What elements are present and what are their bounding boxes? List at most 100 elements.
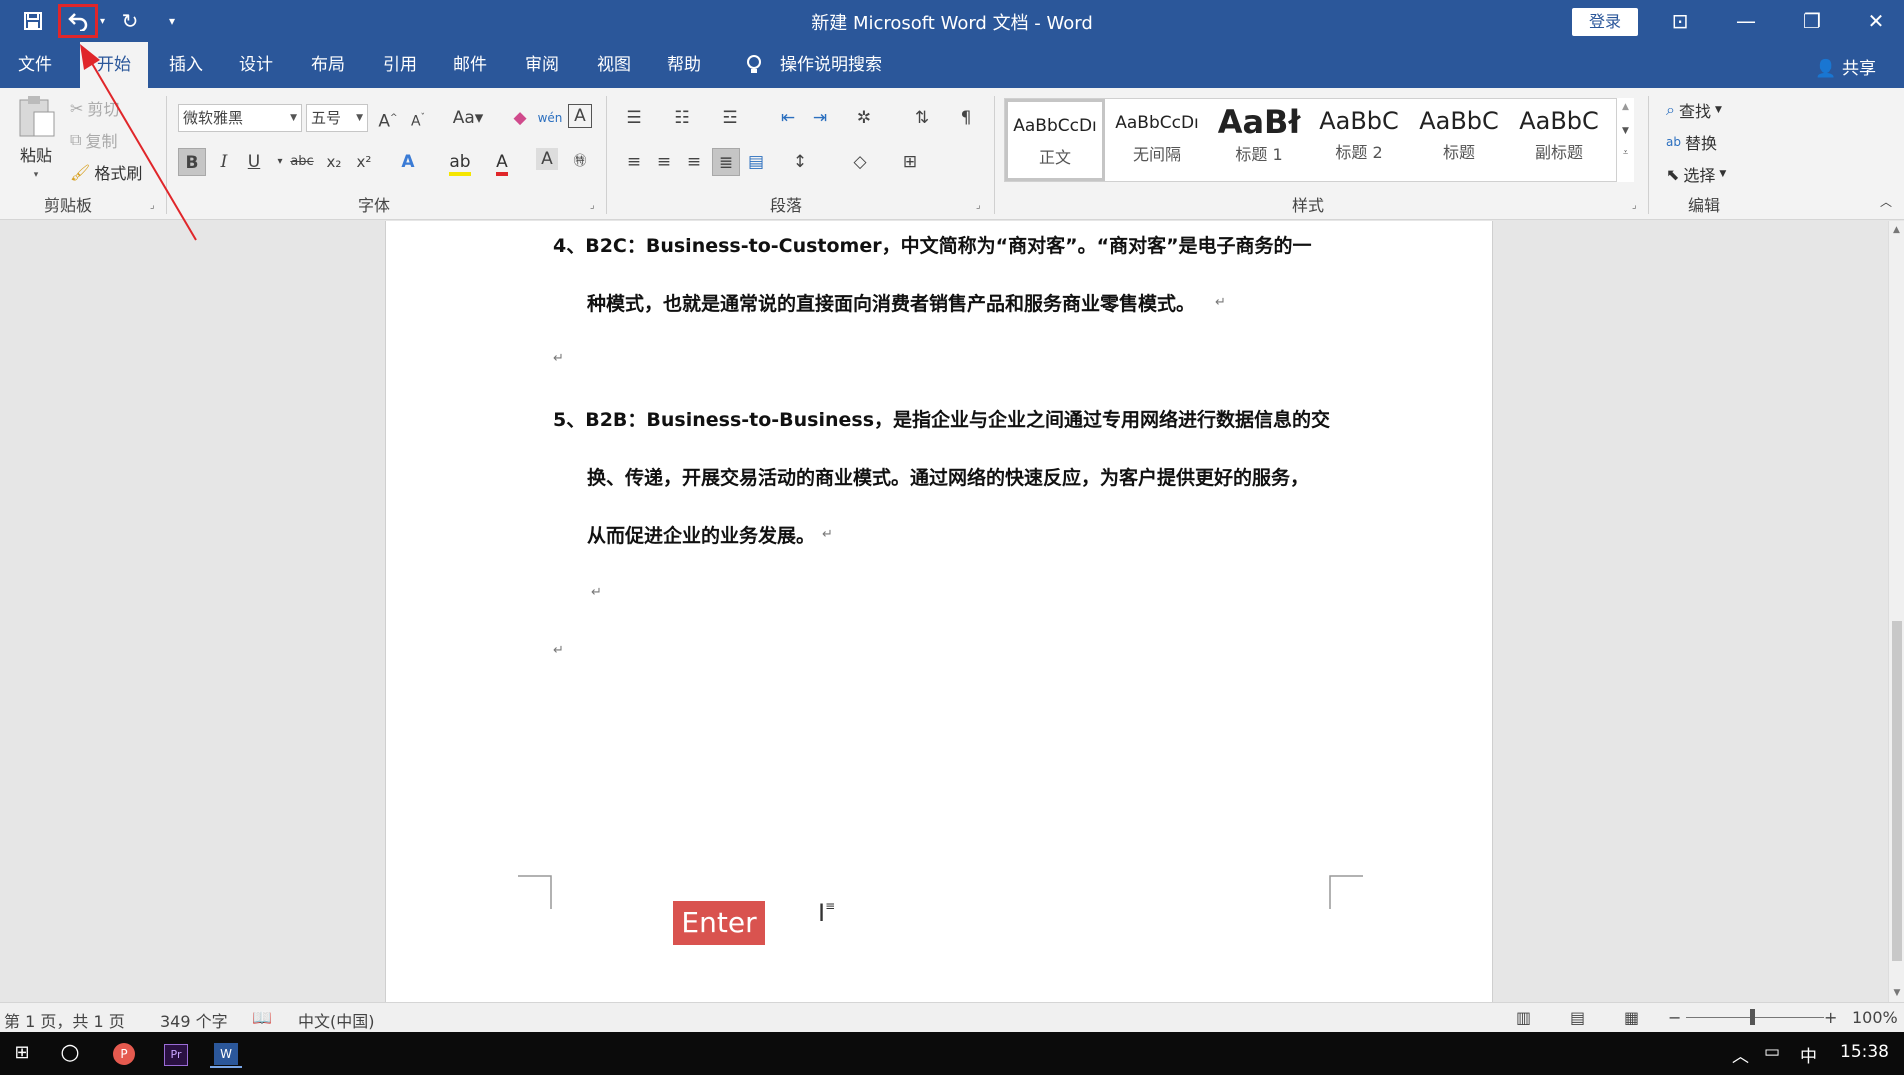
word-count[interactable]: 349 个字	[160, 1008, 228, 1032]
cortana-icon[interactable]: ○	[54, 1038, 86, 1068]
zoom-slider[interactable]	[1686, 1017, 1824, 1018]
font-launcher-icon[interactable]: ⌟	[590, 200, 595, 211]
text-effects-icon[interactable]: A	[394, 148, 422, 176]
chinese-layout-icon[interactable]: ✲	[850, 104, 878, 132]
numbering-icon[interactable]: ☷	[668, 104, 696, 132]
language-status[interactable]: 中文(中国)	[298, 1008, 375, 1032]
styles-launcher-icon[interactable]: ⌟	[1632, 200, 1637, 211]
more-styles-icon[interactable]: ⩡	[1617, 148, 1634, 158]
find-button[interactable]: ⌕ 查找 ▼	[1666, 98, 1722, 122]
grow-font-icon[interactable]: A^	[374, 104, 402, 132]
increase-indent-icon[interactable]: ⇥	[806, 104, 834, 132]
subscript-button[interactable]: x₂	[320, 148, 348, 176]
style-subtitle[interactable]: AaBbC 副标题	[1509, 99, 1609, 181]
login-button[interactable]: 登录	[1572, 8, 1638, 36]
scroll-thumb[interactable]	[1892, 621, 1902, 961]
italic-button[interactable]: I	[210, 148, 238, 176]
highlight-icon[interactable]: ab	[446, 148, 474, 176]
format-painter-button[interactable]: 🖌 格式刷	[70, 160, 142, 184]
borders-icon[interactable]: ⊞	[896, 148, 924, 176]
app-icon-red[interactable]: P	[108, 1038, 140, 1068]
styles-scroll[interactable]: ▲ ▼ ⩡	[1616, 98, 1634, 182]
clear-formatting-icon[interactable]: ◆	[506, 104, 534, 132]
paste-button[interactable]: 粘贴 ▾	[16, 94, 56, 180]
ime-indicator[interactable]: 中	[1800, 1042, 1817, 1067]
decrease-indent-icon[interactable]: ⇤	[774, 104, 802, 132]
underline-button[interactable]: U	[240, 148, 268, 176]
collapse-ribbon-icon[interactable]: ︿	[1872, 188, 1900, 216]
shrink-font-icon[interactable]: Aˇ	[404, 104, 432, 132]
sort-icon[interactable]: ⇅	[908, 104, 936, 132]
line-spacing-icon[interactable]: ↕	[786, 148, 814, 176]
align-right-icon[interactable]: ≡	[680, 148, 708, 176]
zoom-out-icon[interactable]: −	[1668, 1008, 1681, 1027]
enclose-character-icon[interactable]: ㊕	[566, 148, 594, 176]
align-center-icon[interactable]: ≡	[650, 148, 678, 176]
paragraph-launcher-icon[interactable]: ⌟	[976, 200, 981, 211]
tab-references[interactable]: 引用	[370, 42, 430, 88]
premiere-icon[interactable]: Pr	[160, 1038, 192, 1068]
style-heading-2[interactable]: AaBbC 标题 2	[1309, 99, 1409, 181]
web-layout-icon[interactable]: ▦	[1624, 1008, 1639, 1027]
show-marks-icon[interactable]: ¶	[952, 104, 980, 132]
paste-dropdown-icon[interactable]: ▾	[34, 170, 39, 180]
zoom-in-icon[interactable]: +	[1824, 1008, 1837, 1027]
bullets-icon[interactable]: ☰	[620, 104, 648, 132]
proofing-icon[interactable]: 📖	[252, 1008, 272, 1027]
copy-button[interactable]: ⧉ 复制	[70, 128, 117, 152]
scroll-up-icon[interactable]: ▲	[1617, 102, 1634, 112]
scroll-down-icon[interactable]: ▼	[1889, 988, 1904, 998]
tab-design[interactable]: 设计	[226, 42, 286, 88]
zoom-slider-handle[interactable]	[1750, 1009, 1755, 1025]
restore-icon[interactable]: ❐	[1792, 6, 1832, 36]
tab-review[interactable]: 审阅	[512, 42, 572, 88]
replace-button[interactable]: ab 替换	[1666, 130, 1717, 154]
distributed-icon[interactable]: ▤	[742, 148, 770, 176]
justify-icon[interactable]: ≣	[712, 148, 740, 176]
clock[interactable]: 15:38	[1840, 1042, 1889, 1062]
clipboard-launcher-icon[interactable]: ⌟	[150, 200, 155, 211]
style-normal[interactable]: AaBbCcDı 正文	[1005, 99, 1105, 181]
cut-button[interactable]: ✂ 剪切	[70, 96, 119, 120]
style-heading-1[interactable]: AaBł 标题 1	[1209, 99, 1309, 181]
page-count[interactable]: 第 1 页，共 1 页	[4, 1008, 125, 1032]
character-shading-icon[interactable]: A	[536, 148, 558, 170]
document-page[interactable]: 4、B2C：Business-to-Customer，中文简称为“商对客”。“商…	[385, 221, 1493, 1002]
phonetic-guide-icon[interactable]: wén	[536, 104, 564, 132]
font-name-combo[interactable]: 微软雅黑 ▼	[178, 104, 302, 132]
multilevel-list-icon[interactable]: ☲	[716, 104, 744, 132]
character-border-icon[interactable]: A	[568, 104, 592, 128]
superscript-button[interactable]: x²	[350, 148, 378, 176]
bold-button[interactable]: B	[178, 148, 206, 176]
style-no-spacing[interactable]: AaBbCcDı 无间隔	[1107, 99, 1207, 181]
tab-mailings[interactable]: 邮件	[440, 42, 500, 88]
zoom-level[interactable]: 100%	[1852, 1008, 1898, 1027]
tell-me-search[interactable]: 操作说明搜索	[776, 42, 886, 88]
change-case-button[interactable]: Aa▾	[446, 104, 490, 132]
windows-start-icon[interactable]: ⊞	[6, 1038, 38, 1068]
tab-insert[interactable]: 插入	[156, 42, 216, 88]
read-mode-icon[interactable]: ▥	[1516, 1008, 1531, 1027]
share-button[interactable]: 👤 共享	[1815, 54, 1876, 79]
minimize-icon[interactable]: —	[1726, 6, 1766, 36]
font-size-combo[interactable]: 五号 ▼	[306, 104, 368, 132]
shading-icon[interactable]: ◇	[846, 148, 874, 176]
tab-view[interactable]: 视图	[584, 42, 644, 88]
scroll-up-icon[interactable]: ▲	[1889, 225, 1904, 235]
strikethrough-button[interactable]: abc	[288, 148, 316, 176]
vertical-scrollbar[interactable]: ▲ ▼	[1888, 221, 1904, 1002]
tab-help[interactable]: 帮助	[654, 42, 714, 88]
word-taskbar-icon[interactable]: W	[210, 1038, 242, 1068]
tab-file[interactable]: 文件	[0, 42, 70, 88]
style-title[interactable]: AaBbC 标题	[1409, 99, 1509, 181]
scroll-down-icon[interactable]: ▼	[1617, 126, 1634, 136]
tab-layout[interactable]: 布局	[298, 42, 358, 88]
close-icon[interactable]: ✕	[1856, 6, 1896, 36]
ribbon-display-icon[interactable]: ⊡	[1660, 6, 1700, 36]
notification-icon[interactable]: ▭	[1764, 1042, 1780, 1062]
select-button[interactable]: ⬉ 选择 ▼	[1666, 162, 1726, 186]
font-color-icon[interactable]: A	[488, 148, 516, 176]
print-layout-icon[interactable]: ▤	[1570, 1008, 1585, 1027]
tray-chevron-icon[interactable]: ︿	[1732, 1042, 1749, 1067]
align-left-icon[interactable]: ≡	[620, 148, 648, 176]
